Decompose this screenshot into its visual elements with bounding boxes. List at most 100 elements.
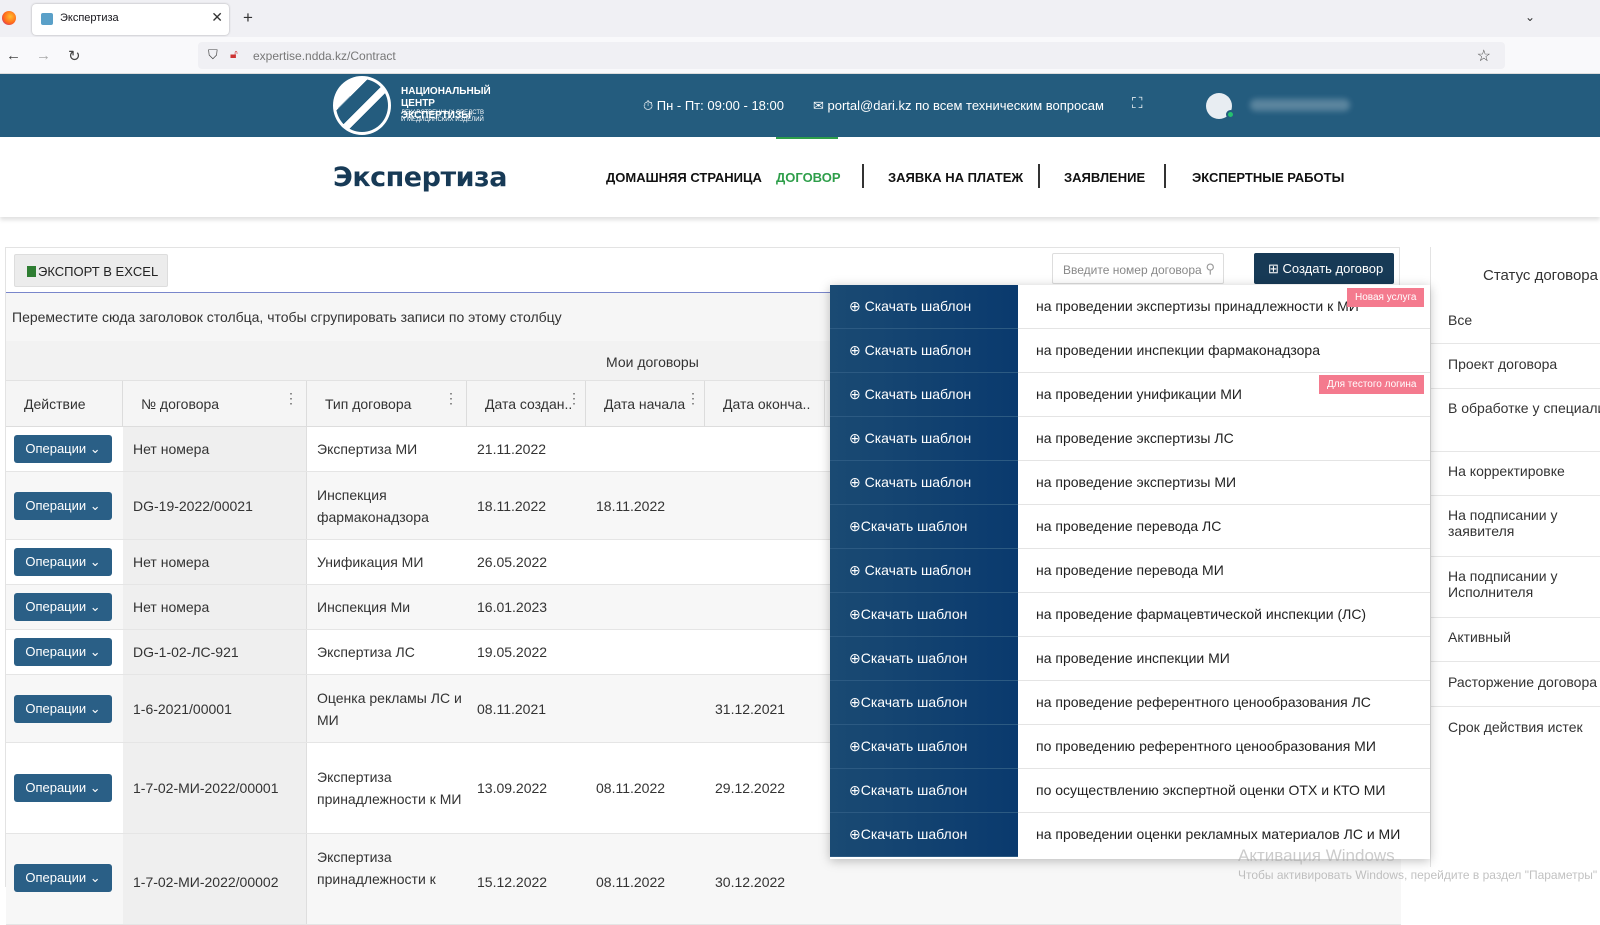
download-template-button[interactable]: ⊕Скачать шаблон [830,637,1018,681]
download-template-button[interactable]: ⊕Скачать шаблон [830,725,1018,769]
contract-search-input[interactable]: Введите номер договора ⚲ [1052,253,1224,284]
status-signing-executor[interactable]: На подписании у Исполнителя [1448,568,1568,600]
download-template-button[interactable]: ⊕Скачать шаблон [830,813,1018,857]
status-correction[interactable]: На корректировке [1448,463,1565,479]
operations-button[interactable]: Операции ⌄ [14,548,112,576]
nav-payment-request[interactable]: ЗАЯВКА НА ПЛАТЕЖ [888,170,1023,185]
operations-button[interactable]: Операции ⌄ [14,774,112,802]
back-icon[interactable]: ← [6,47,21,64]
template-label[interactable]: на проведение фармацевтической инспекции… [1036,606,1366,622]
column-menu-icon[interactable]: ⋮ [686,390,700,407]
dropdown-item[interactable]: ⊕Скачать шаблон на проведение референтног… [830,681,1430,725]
online-status-dot [1226,110,1235,119]
template-label[interactable]: на проведение референтного ценообразован… [1036,694,1371,710]
close-tab-icon[interactable]: ✕ [211,9,223,26]
status-all[interactable]: Все [1448,312,1472,328]
template-label[interactable]: на проведении экспертизы принадлежности … [1036,298,1359,314]
dropdown-item[interactable]: ⊕Скачать шаблон на проведение инспекции М… [830,637,1430,681]
template-label[interactable]: по проведению референтного ценообразован… [1036,738,1376,754]
column-type[interactable]: Тип договора ⋮ [307,381,467,427]
download-template-button[interactable]: ⊕Скачать шаблон [830,769,1018,813]
dropdown-item[interactable]: ⊕Скачать шаблон на проведение фармацевтич… [830,593,1430,637]
dropdown-item[interactable]: ⊕ Скачать шаблон на проведении инспекции … [830,329,1430,373]
browser-tab[interactable]: Экспертиза ✕ [32,4,229,35]
cell-start [586,427,705,471]
new-tab-icon[interactable]: + [243,8,253,28]
operations-button[interactable]: Операции ⌄ [14,638,112,666]
nav-home[interactable]: ДОМАШНЯЯ СТРАНИЦА [606,170,762,185]
dropdown-item[interactable]: ⊕ Скачать шаблон на проведение экспертизы… [830,461,1430,505]
template-label[interactable]: на проведении инспекции фармаконадзора [1036,342,1320,358]
operations-button[interactable]: Операции ⌄ [14,435,112,463]
dropdown-item[interactable]: ⊕ Скачать шаблон на проведении экспертизы… [830,285,1430,329]
brand-title[interactable]: Экспертиза [333,162,507,193]
column-start[interactable]: Дата начала ⋮ [586,381,705,427]
download-template-button[interactable]: ⊕ Скачать шаблон [830,373,1018,417]
cell-end: 31.12.2021 [715,700,786,717]
column-number[interactable]: № договора ⋮ [123,381,307,427]
nav-application[interactable]: ЗАЯВЛЕНИЕ [1064,170,1145,185]
reload-icon[interactable]: ↻ [68,47,81,65]
cell-number: 1-6-2021/00001 [123,675,307,742]
nav-contract[interactable]: ДОГОВОР [776,170,841,185]
template-label[interactable]: на проведение перевода МИ [1036,562,1224,578]
download-template-button[interactable]: ⊕Скачать шаблон [830,505,1018,549]
shield-icon[interactable]: ⛉ [208,47,218,63]
download-template-button[interactable]: ⊕Скачать шаблон [830,593,1018,637]
download-template-button[interactable]: ⊕ Скачать шаблон [830,417,1018,461]
status-draft[interactable]: Проект договора [1448,356,1557,372]
download-template-button[interactable]: ⊕ Скачать шаблон [830,461,1018,505]
dropdown-item[interactable]: ⊕Скачать шаблон по осуществлению экспертн… [830,769,1430,813]
download-template-button[interactable]: ⊕ Скачать шаблон [830,549,1018,593]
nav-expert-works[interactable]: ЭКСПЕРТНЫЕ РАБОТЫ [1192,170,1344,185]
forward-icon[interactable]: → [36,47,51,64]
dropdown-item[interactable]: ⊕ Скачать шаблон на проведение перевода М… [830,549,1430,593]
template-label[interactable]: на проведение перевода ЛС [1036,518,1221,534]
status-active[interactable]: Активный [1448,629,1511,645]
search-icon[interactable]: ⚲ [1205,261,1215,277]
template-label[interactable]: на проведении унификации МИ [1036,386,1242,402]
column-action[interactable]: Действие [6,381,123,427]
address-bar[interactable]: ⛉ 🔓︎ expertise.ndda.kz/Contract ☆ [198,42,1505,69]
column-menu-icon[interactable]: ⋮ [444,390,458,407]
column-menu-icon[interactable]: ⋮ [567,390,581,407]
download-template-button[interactable]: ⊕ Скачать шаблон [830,285,1018,329]
support-email[interactable]: ✉ portal@dari.kz по всем техническим воп… [813,98,1104,114]
cell-created: 19.05.2022 [477,644,548,660]
status-filter-panel: Статус договора Все Проект договора В об… [1430,247,1600,867]
url-text[interactable]: expertise.ndda.kz/Contract [253,49,396,63]
column-created[interactable]: Дата создан.. ⋮ [467,381,586,427]
export-excel-button[interactable]: ЭКСПОРТ В EXCEL [14,254,168,287]
dropdown-item[interactable]: ⊕ Скачать шаблон на проведение экспертизы… [830,417,1430,461]
download-template-button[interactable]: ⊕Скачать шаблон [830,681,1018,725]
logo-line-3: ЛЕКАРСТВЕННЫХ СРЕДСТВ [401,110,485,116]
create-contract-button[interactable]: ⊞ Создать договор [1254,253,1394,284]
template-label[interactable]: на проведение инспекции МИ [1036,650,1230,666]
dropdown-item[interactable]: ⊕Скачать шаблон по проведению референтног… [830,725,1430,769]
download-template-button[interactable]: ⊕ Скачать шаблон [830,329,1018,373]
operations-button[interactable]: Операции ⌄ [14,492,112,520]
column-end[interactable]: Дата оконча.. [705,381,825,427]
template-label[interactable]: на проведение экспертизы ЛС [1036,430,1234,446]
template-label[interactable]: на проведение экспертизы МИ [1036,474,1236,490]
status-processing[interactable]: В обработке у специалиста [1448,400,1600,416]
operations-button[interactable]: Операции ⌄ [14,593,112,621]
cell-start [586,585,705,629]
download-icon: ⊕ [849,826,861,842]
cell-end [705,540,825,584]
template-label[interactable]: по осуществлению экспертной оценки ОТХ и… [1036,782,1386,798]
column-menu-icon[interactable]: ⋮ [284,390,298,407]
username-blurred[interactable] [1250,99,1350,111]
insecure-lock-icon[interactable]: 🔓︎ [230,47,238,62]
status-expired[interactable]: Срок действия истек [1448,719,1583,735]
ncels-logo[interactable]: НАЦИОНАЛЬНЫЙ ЦЕНТР ЭКСПЕРТИЗЫ ЛЕКАРСТВЕН… [333,76,503,135]
operations-button[interactable]: Операции ⌄ [14,695,112,723]
status-signing-applicant[interactable]: На подписании у заявителя [1448,507,1558,539]
status-termination[interactable]: Расторжение договора [1448,674,1597,690]
dropdown-item[interactable]: ⊕Скачать шаблон на проведение перевода ЛС [830,505,1430,549]
chevron-down-icon[interactable]: ⌄ [1525,10,1535,24]
template-label[interactable]: на проведении оценки рекламных материало… [1036,826,1400,842]
bookmark-star-icon[interactable]: ☆ [1477,46,1491,66]
fullscreen-icon[interactable]: ⛶ [1132,95,1143,112]
operations-button[interactable]: Операции ⌄ [14,864,112,892]
